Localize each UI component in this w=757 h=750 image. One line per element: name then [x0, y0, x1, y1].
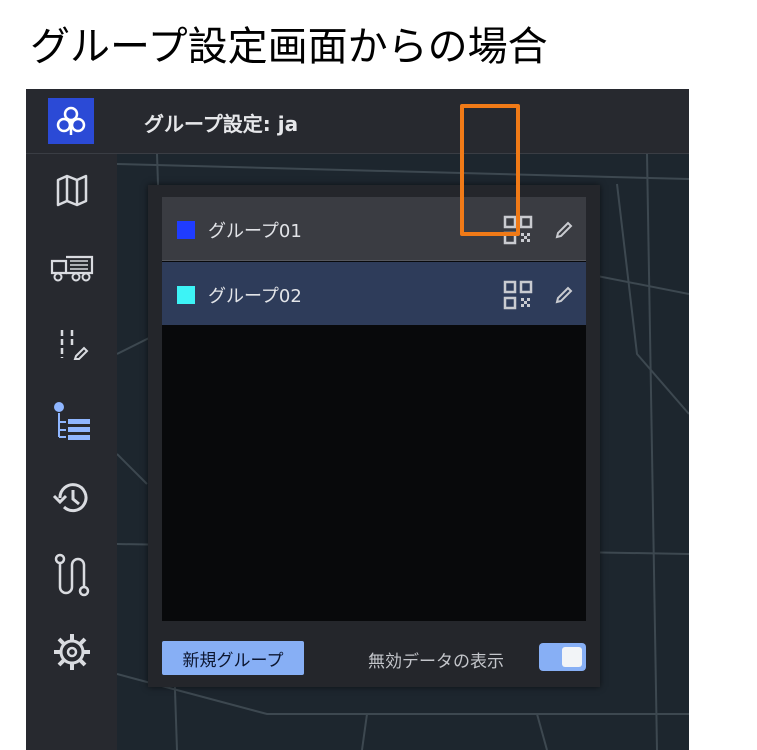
toggle-knob	[562, 647, 582, 667]
sidebar-item-edit-list[interactable]	[26, 308, 117, 380]
location-share-icon	[56, 106, 86, 135]
sidebar-item-map[interactable]	[26, 154, 117, 226]
qr-code-icon[interactable]	[503, 280, 533, 314]
gear-icon	[53, 634, 90, 670]
sidebar-item-settings[interactable]	[26, 616, 117, 688]
pencil-icon[interactable]	[553, 284, 575, 310]
app-window: グループ設定: ja グループ01 グループ02 新規グループ 無効データの表示	[26, 89, 689, 750]
page-caption: グループ設定画面からの場合	[30, 24, 548, 70]
list-edit-icon	[60, 330, 88, 360]
sidebar-item-history[interactable]	[26, 462, 117, 534]
sidebar-item-groups[interactable]	[26, 385, 117, 457]
sidebar-item-route[interactable]	[26, 539, 117, 611]
group-name: グループ02	[208, 286, 302, 307]
pencil-icon[interactable]	[553, 219, 575, 245]
group-color-swatch	[177, 221, 195, 239]
group-row[interactable]: グループ02	[162, 262, 586, 325]
page-title: グループ設定: ja	[144, 112, 299, 136]
group-row[interactable]: グループ01	[162, 197, 586, 261]
group-panel: グループ01 グループ02 新規グループ 無効データの表示	[148, 185, 600, 687]
qr-highlight-box	[460, 104, 520, 236]
show-invalid-data-label: 無効データの表示	[368, 652, 504, 672]
group-name: グループ01	[208, 221, 302, 242]
show-invalid-data-toggle[interactable]	[539, 643, 586, 671]
new-group-button[interactable]: 新規グループ	[162, 641, 304, 675]
map-icon	[56, 174, 87, 207]
route-icon	[54, 553, 89, 597]
sidebar-item-vehicles[interactable]	[26, 231, 117, 303]
group-list-icon	[53, 402, 90, 440]
app-logo[interactable]	[48, 98, 94, 144]
sidebar	[26, 154, 117, 750]
truck-icon	[50, 255, 93, 282]
top-bar: グループ設定: ja	[26, 89, 689, 154]
history-icon	[52, 483, 87, 513]
group-color-swatch	[177, 286, 195, 304]
group-list: グループ01 グループ02	[162, 197, 586, 621]
